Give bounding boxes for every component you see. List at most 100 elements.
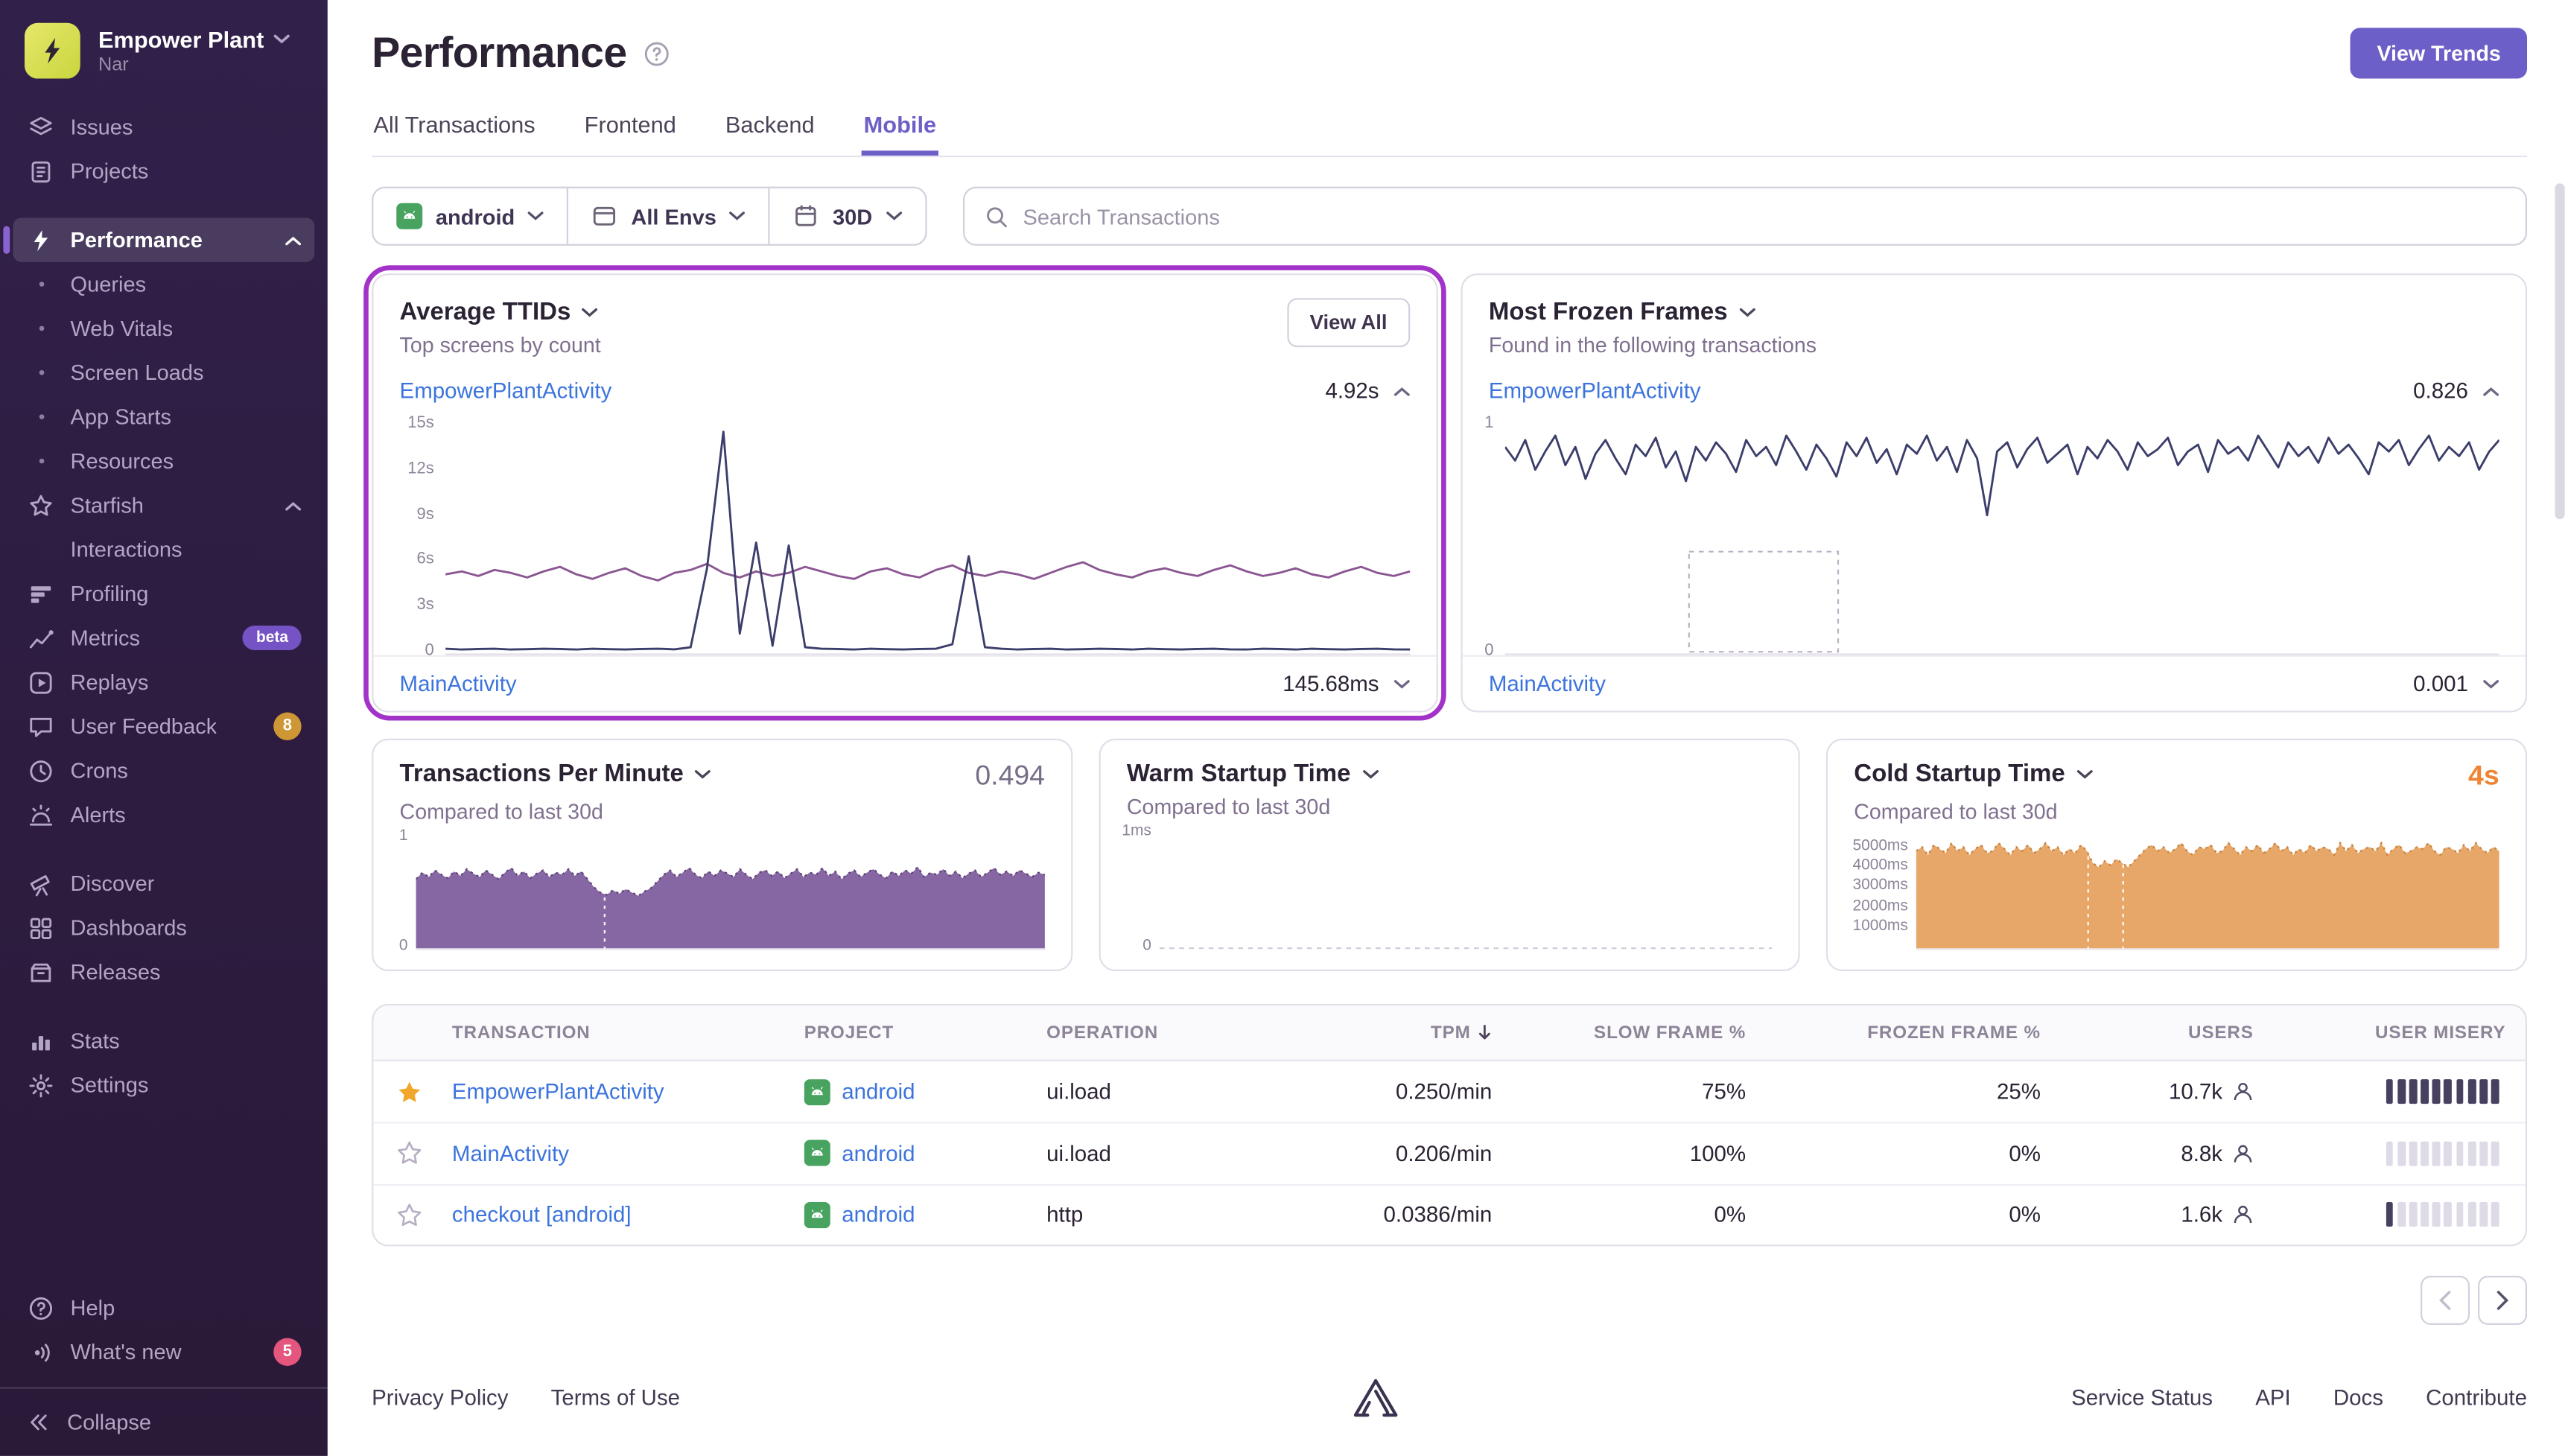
sidebar-item-alerts[interactable]: Alerts [13,792,315,836]
contribute-link[interactable]: Contribute [2426,1385,2527,1410]
col-frozen-frame[interactable]: FROZEN FRAME % [1752,1023,2047,1042]
sidebar-item-releases[interactable]: Releases [13,950,315,994]
sidebar-item-resources[interactable]: Resources [13,439,315,483]
search-input[interactable] [1023,204,2506,229]
frozen-frame-cell: 0% [1752,1203,2047,1227]
help-tooltip-icon[interactable] [643,40,669,66]
chevron-down-icon [2076,769,2093,778]
transaction-link[interactable]: MainActivity [1489,672,1606,696]
expand-toggle-icon[interactable] [1393,678,1410,688]
profiling-icon [28,581,54,607]
sidebar-item-whats-new[interactable]: What's new5 [13,1330,315,1374]
project-link[interactable]: android [842,1203,915,1227]
y-axis: 1ms0 [1110,829,1160,950]
tab-all-transactions[interactable]: All Transactions [372,112,537,156]
sidebar-item-app-starts[interactable]: App Starts [13,395,315,439]
col-slow-frame[interactable]: SLOW FRAME % [1498,1023,1752,1042]
tab-mobile[interactable]: Mobile [862,112,938,156]
sidebar-item-starfish[interactable]: Starfish [13,483,315,527]
y-axis-tick: 1 [1484,414,1493,432]
environment-filter[interactable]: All Envs [569,188,771,244]
indent [26,535,56,565]
sidebar-item-performance[interactable]: Performance [13,217,315,261]
widget-title-dropdown[interactable]: Warm Startup Time [1127,760,1379,787]
project-link[interactable]: android [842,1079,915,1104]
docs-link[interactable]: Docs [2333,1385,2383,1410]
sidebar-item-dashboards[interactable]: Dashboards [13,906,315,950]
transaction-link[interactable]: checkout [android] [452,1203,632,1227]
transaction-link[interactable]: EmpowerPlantActivity [452,1079,664,1104]
page-title: Performance [372,28,626,78]
count-badge: 5 [273,1338,301,1366]
service-status-link[interactable]: Service Status [2071,1385,2213,1410]
bullet-dot [26,402,56,432]
sidebar-item-queries[interactable]: Queries [13,262,315,306]
transaction-link[interactable]: EmpowerPlantActivity [1489,378,1701,403]
tab-frontend[interactable]: Frontend [582,112,678,156]
y-axis-tick: 4000ms [1852,857,1907,875]
transaction-link[interactable]: MainActivity [400,672,517,696]
sidebar-item-projects[interactable]: Projects [13,149,315,193]
sidebar-item-discover[interactable]: Discover [13,862,315,906]
star-toggle[interactable] [373,1140,445,1166]
widget-title-dropdown[interactable]: Average TTIDs [400,298,601,325]
transaction-link[interactable]: MainActivity [452,1142,569,1166]
collapse-toggle-icon[interactable] [2483,386,2499,395]
terms-of-use-link[interactable]: Terms of Use [551,1385,680,1410]
chart-plot [1505,421,2499,655]
widget-most-frozen-frames: Most Frozen Frames Found in the followin… [1461,273,2527,712]
sidebar-item-help[interactable]: Help [13,1285,315,1329]
sidebar-item-web-vitals[interactable]: Web Vitals [13,306,315,350]
search-box[interactable] [962,187,2527,246]
releases-icon [26,957,56,987]
sidebar-item-crons[interactable]: Crons [13,748,315,792]
privacy-policy-link[interactable]: Privacy Policy [372,1385,508,1410]
api-link[interactable]: API [2255,1385,2290,1410]
sidebar-item-screen-loads[interactable]: Screen Loads [13,351,315,395]
sidebar-section: StatsSettings [0,1019,328,1107]
sidebar-item-profiling[interactable]: Profiling [13,571,315,615]
sidebar-item-user-feedback[interactable]: User Feedback8 [13,705,315,748]
transaction-value: 0.826 [2413,378,2468,403]
col-transaction[interactable]: TRANSACTION [445,1023,798,1042]
sidebar-item-replays[interactable]: Replays [13,660,315,704]
col-users[interactable]: USERS [2047,1023,2260,1042]
sidebar-item-issues[interactable]: Issues [13,105,315,149]
collapse-toggle-icon[interactable] [1393,386,1410,395]
next-page-button[interactable] [2478,1276,2527,1325]
sidebar-item-metrics[interactable]: Metricsbeta [13,616,315,660]
col-project[interactable]: PROJECT [798,1023,1040,1042]
y-axis-tick: 12s [407,460,433,477]
star-toggle[interactable] [373,1201,445,1227]
sidebar-collapse-button[interactable]: Collapse [0,1387,328,1456]
y-axis-tick: 1 [399,827,408,845]
col-user-misery[interactable]: USER MISERY [2260,1023,2527,1042]
view-all-button[interactable]: View All [1287,298,1410,347]
col-operation[interactable]: OPERATION [1040,1023,1253,1042]
project-filter[interactable]: android [373,188,568,244]
sidebar-item-stats[interactable]: Stats [13,1019,315,1063]
tab-backend[interactable]: Backend [724,112,816,156]
widget-title-dropdown[interactable]: Most Frozen Frames [1489,298,1817,325]
col-tpm-sorted[interactable]: TPM [1253,1023,1498,1042]
lightning-logo-icon [38,36,68,66]
sidebar-item-label: Resources [71,449,174,474]
widget-title-dropdown[interactable]: Transactions Per Minute [400,760,712,787]
widget-row-2: Transactions Per Minute 0.494 Compared t… [372,739,2527,971]
dashboards-icon [26,913,56,943]
sidebar-item-label: Releases [71,960,161,985]
transaction-link[interactable]: EmpowerPlantActivity [400,378,612,403]
widget-title-dropdown[interactable]: Cold Startup Time [1854,760,2093,787]
sidebar-item-interactions[interactable]: Interactions [13,527,315,571]
date-range-filter[interactable]: 30D [770,188,924,244]
star-toggle[interactable] [373,1078,445,1104]
project-link[interactable]: android [842,1142,915,1166]
view-trends-button[interactable]: View Trends [2351,28,2527,78]
operation-cell: ui.load [1040,1079,1253,1104]
previous-page-button[interactable] [2421,1276,2470,1325]
expand-toggle-icon[interactable] [2483,678,2499,688]
scrollbar[interactable] [2555,183,2564,519]
chevron-up-icon [285,235,302,245]
org-switcher[interactable]: Empower Plant Nar [0,0,328,95]
sidebar-item-settings[interactable]: Settings [13,1063,315,1107]
